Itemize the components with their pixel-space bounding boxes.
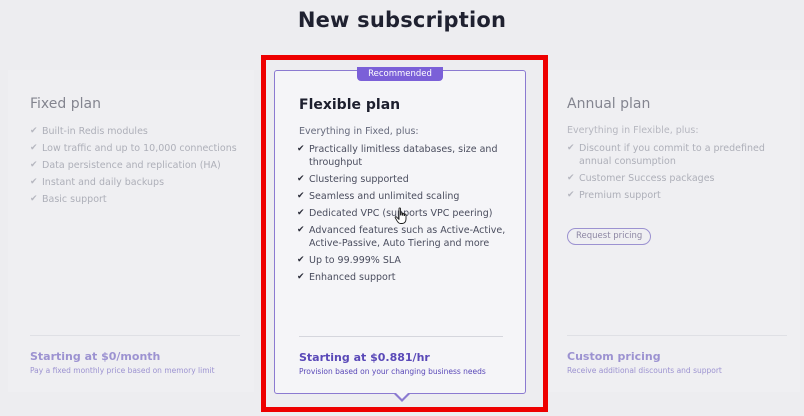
checkmark-icon: ✔	[297, 272, 305, 282]
annual-plan-price: Custom pricing	[567, 350, 661, 363]
list-item: ✔ Basic support	[30, 194, 107, 205]
checkmark-icon: ✔	[297, 144, 305, 154]
flexible-plan-price-description: Provision based on your changing busines…	[299, 367, 486, 376]
hand-pointer-icon	[394, 207, 407, 224]
recommended-badge: Recommended	[357, 67, 443, 81]
checkmark-icon: ✔	[297, 191, 305, 201]
checkmark-icon: ✔	[30, 160, 38, 170]
flexible-plan-price: Starting at $0.881/hr	[299, 351, 430, 364]
request-pricing-button[interactable]: Request pricing	[567, 228, 652, 245]
fixed-plan-price: Starting at $0/month	[30, 350, 161, 363]
list-item: ✔ Instant and daily backups	[30, 177, 165, 188]
checkmark-icon: ✔	[567, 143, 575, 153]
flexible-plan-intro: Everything in Fixed, plus:	[299, 126, 419, 137]
annual-plan-price-description: Receive additional discounts and support	[567, 366, 722, 375]
page-title: New subscription	[297, 8, 507, 32]
annual-plan-features: ✔ Discount if you commit to a predefined …	[567, 142, 787, 206]
selected-card-pointer-fill	[396, 393, 408, 399]
divider	[299, 336, 503, 337]
list-item: ✔ Up to 99.999% SLA	[297, 255, 401, 266]
list-item: ✔ Advanced features such as Active-Active…	[297, 225, 506, 249]
checkmark-icon: ✔	[30, 126, 38, 136]
list-item: ✔ Data persistence and replication (HA)	[30, 160, 221, 171]
divider	[30, 335, 240, 336]
list-item: ✔ Discount if you commit to a predefined …	[567, 143, 765, 167]
checkmark-icon: ✔	[30, 143, 38, 153]
checkmark-icon: ✔	[30, 177, 38, 187]
list-item: ✔ Built-in Redis modules	[30, 126, 148, 137]
list-item: ✔ Practically limitless databases, size a…	[297, 144, 498, 168]
checkmark-icon: ✔	[297, 225, 305, 235]
list-item: ✔ Customer Success packages	[567, 173, 715, 184]
checkmark-icon: ✔	[297, 174, 305, 184]
fixed-plan-price-description: Pay a fixed monthly price based on memor…	[30, 366, 215, 375]
list-item: ✔ Clustering supported	[297, 174, 409, 185]
list-item: ✔ Premium support	[567, 190, 661, 201]
fixed-plan-card[interactable]: Fixed plan ✔ Built-in Redis modules ✔ Low …	[8, 70, 254, 392]
list-item: ✔ Low traffic and up to 10,000 connection…	[30, 143, 237, 154]
fixed-plan-name: Fixed plan	[30, 96, 101, 112]
list-item: ✔ Seamless and unlimited scaling	[297, 191, 460, 202]
divider	[567, 335, 787, 336]
flexible-plan-name: Flexible plan	[299, 97, 401, 113]
fixed-plan-features: ✔ Built-in Redis modules ✔ Low traffic and…	[30, 125, 240, 210]
list-item: ✔ Enhanced support	[297, 272, 396, 283]
checkmark-icon: ✔	[297, 208, 305, 218]
checkmark-icon: ✔	[567, 173, 575, 183]
checkmark-icon: ✔	[30, 194, 38, 204]
flexible-plan-card[interactable]: Recommended Flexible plan Everything in …	[274, 67, 526, 394]
checkmark-icon: ✔	[567, 190, 575, 200]
annual-plan-name: Annual plan	[567, 96, 651, 112]
checkmark-icon: ✔	[297, 255, 305, 265]
annual-plan-card[interactable]: Annual plan Everything in Flexible, plus…	[548, 70, 800, 392]
annual-plan-intro: Everything in Flexible, plus:	[567, 125, 699, 136]
